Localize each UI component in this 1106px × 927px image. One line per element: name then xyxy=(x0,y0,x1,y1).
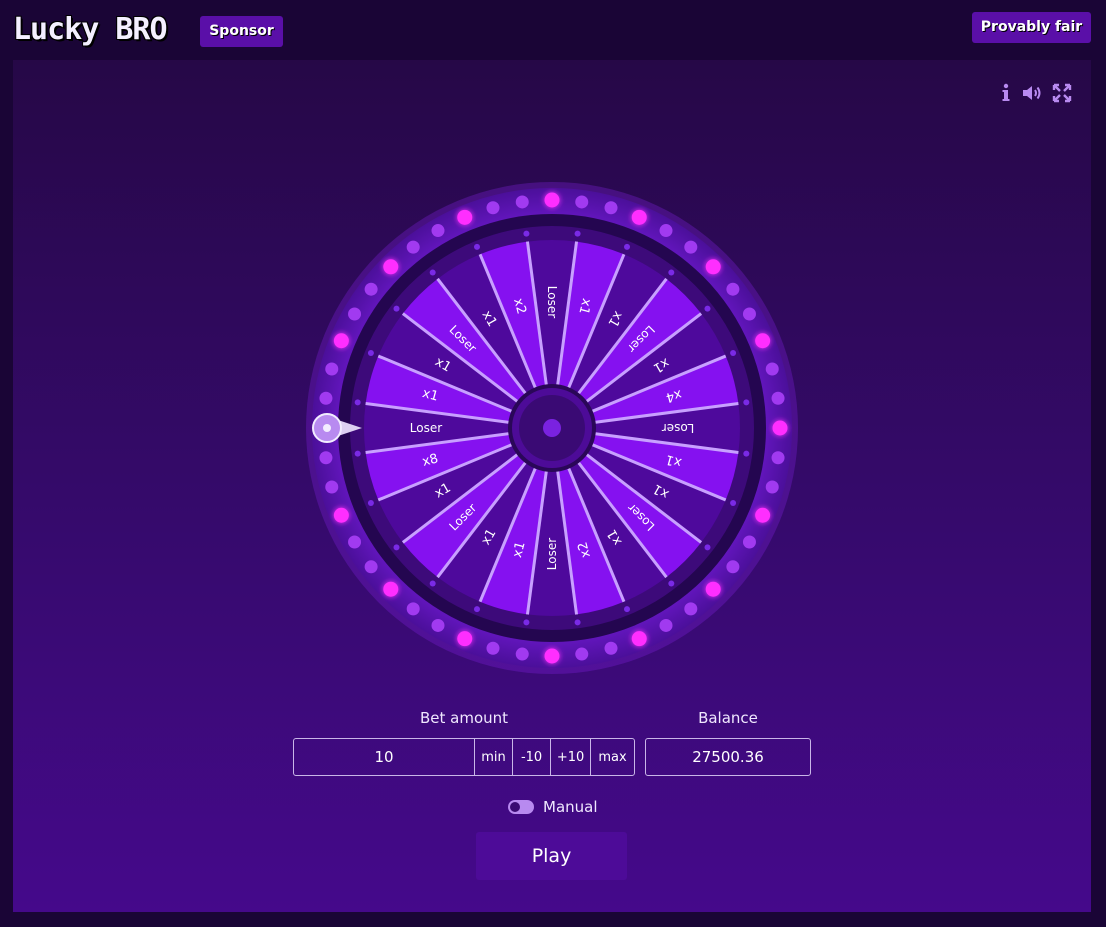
manual-label: Manual xyxy=(543,798,598,816)
wheel-led-light xyxy=(772,420,788,436)
bet-min-button[interactable]: min xyxy=(474,739,512,775)
fullscreen-icon[interactable] xyxy=(1051,82,1073,104)
wheel-rim-dot xyxy=(704,305,711,312)
wheel-led-light xyxy=(765,362,779,376)
wheel-led-light xyxy=(431,618,445,632)
wheel-led-light xyxy=(364,282,378,296)
wheel-rim-dot xyxy=(624,243,631,250)
wheel-led-light xyxy=(544,648,560,664)
info-icon[interactable] xyxy=(995,82,1017,104)
top-bar: Lucky BRO Sponsor Provably fair xyxy=(0,0,1106,60)
wheel-led-light xyxy=(383,259,399,275)
wheel-led-light xyxy=(659,618,673,632)
wheel-led-light xyxy=(771,451,785,465)
bet-minus-10-button[interactable]: -10 xyxy=(512,739,550,775)
wheel-led-light xyxy=(515,195,529,209)
wheel-rim-dot xyxy=(704,544,711,551)
wheel-led-light xyxy=(575,647,589,661)
prize-wheel: Loserx1x1Loserx1x2 Loser x1x1Loserx1x4Lose… xyxy=(306,182,798,674)
wheel-rim-dot xyxy=(730,500,737,507)
wheel-rim-dot xyxy=(354,399,361,406)
wheel-rim-dot xyxy=(367,349,374,356)
wheel-led-light xyxy=(457,631,473,647)
wheel-rim-dot xyxy=(473,606,480,613)
wheel-led-light xyxy=(684,240,698,254)
wheel-rim-dot xyxy=(523,230,530,237)
wheel-led-light xyxy=(544,192,560,208)
balance-value: 27500.36 xyxy=(645,738,811,776)
wheel-rim-dot xyxy=(668,269,675,276)
wheel-segment-label: Loser xyxy=(662,421,694,435)
wheel-led-light xyxy=(486,201,500,215)
wheel-led-light xyxy=(604,641,618,655)
provably-fair-button[interactable]: Provably fair xyxy=(972,12,1091,43)
bet-max-button[interactable]: max xyxy=(590,739,634,775)
wheel-rim-dot xyxy=(624,606,631,613)
bet-amount-input[interactable] xyxy=(294,739,474,775)
wheel-rim-dot xyxy=(743,399,750,406)
wheel-led-light xyxy=(348,535,362,549)
wheel-rim-dot xyxy=(429,269,436,276)
wheel-led-light xyxy=(575,195,589,209)
wheel-led-light xyxy=(486,641,500,655)
wheel-rim-dot xyxy=(393,544,400,551)
wheel-rim-dot xyxy=(393,305,400,312)
manual-toggle[interactable] xyxy=(508,800,534,814)
wheel-led-light xyxy=(742,535,756,549)
wheel-led-light xyxy=(755,507,771,523)
wheel-led-light xyxy=(659,224,673,238)
wheel-led-light xyxy=(406,602,420,616)
wheel-rim-dot xyxy=(743,450,750,457)
bet-control: min -10 +10 max xyxy=(293,738,635,776)
wheel-led-light xyxy=(319,451,333,465)
wheel-led-light xyxy=(726,560,740,574)
wheel-led-light xyxy=(333,507,349,523)
wheel-led-light xyxy=(765,480,779,494)
wheel-led-light xyxy=(406,240,420,254)
wheel-rim-dot xyxy=(574,619,581,626)
wheel-led-light xyxy=(457,209,473,225)
bet-amount-label: Bet amount xyxy=(419,709,509,727)
volume-icon[interactable] xyxy=(1021,82,1043,104)
wheel-led-light xyxy=(515,647,529,661)
wheel-led-light xyxy=(604,201,618,215)
wheel-rim-dot xyxy=(523,619,530,626)
wheel-led-light xyxy=(631,209,647,225)
wheel-led-light xyxy=(705,581,721,597)
wheel-segment-label: Loser xyxy=(545,538,559,570)
wheel-hub xyxy=(543,419,561,437)
wheel-rim-dot xyxy=(473,243,480,250)
wheel-led-light xyxy=(755,333,771,349)
wheel-led-light xyxy=(333,333,349,349)
sponsor-button[interactable]: Sponsor xyxy=(200,16,283,47)
wheel-led-light xyxy=(383,581,399,597)
wheel-segment-label: Loser xyxy=(410,421,442,435)
toggle-knob xyxy=(510,802,520,812)
wheel-led-light xyxy=(431,224,445,238)
game-toolbar xyxy=(995,82,1075,104)
wheel-led-light xyxy=(325,480,339,494)
wheel-rim-dot xyxy=(668,580,675,587)
play-button[interactable]: Play xyxy=(476,832,627,880)
bet-plus-10-button[interactable]: +10 xyxy=(550,739,590,775)
balance-label: Balance xyxy=(698,709,758,727)
wheel-led-light xyxy=(705,259,721,275)
wheel-segment-label: Loser xyxy=(545,286,559,318)
wheel-rim-dot xyxy=(354,450,361,457)
wheel-rim-dot xyxy=(730,349,737,356)
logo: Lucky BRO xyxy=(13,12,168,47)
wheel-led-light xyxy=(726,282,740,296)
wheel-rim-dot xyxy=(574,230,581,237)
wheel-led-light xyxy=(364,560,378,574)
wheel-led-light xyxy=(771,391,785,405)
wheel-led-light xyxy=(319,391,333,405)
wheel-led-light xyxy=(325,362,339,376)
wheel-rim-dot xyxy=(429,580,436,587)
wheel-led-light xyxy=(348,307,362,321)
wheel-led-light xyxy=(631,631,647,647)
wheel-rim-dot xyxy=(367,500,374,507)
wheel-led-light xyxy=(684,602,698,616)
wheel-led-light xyxy=(742,307,756,321)
